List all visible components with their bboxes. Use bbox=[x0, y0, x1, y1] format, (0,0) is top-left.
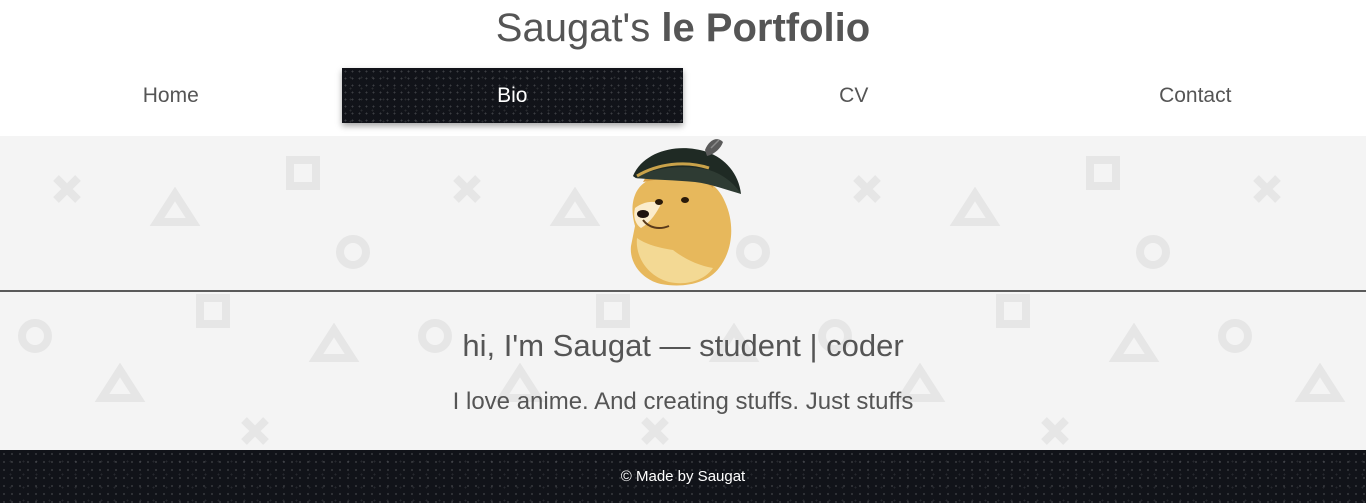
site-title: Saugat's le Portfolio bbox=[0, 6, 1366, 51]
bio-tagline: hi, I'm Saugat — student | coder bbox=[462, 328, 904, 363]
cross-shape bbox=[53, 175, 81, 203]
nav-item-bio[interactable]: Bio bbox=[341, 68, 683, 123]
main-nav: Home Bio CV Contact bbox=[0, 68, 1366, 123]
nav-item-label: CV bbox=[839, 83, 869, 107]
nav-item-cv[interactable]: CV bbox=[683, 68, 1025, 123]
doge-pirate-hat-image bbox=[630, 139, 741, 286]
site-footer: © Made by Saugat bbox=[0, 450, 1366, 503]
bio-subline: I love anime. And creating stuffs. Just … bbox=[452, 388, 914, 415]
site-header: Saugat's le Portfolio Home Bio CV Contac… bbox=[0, 0, 1366, 136]
site-title-bold: le Portfolio bbox=[661, 6, 871, 50]
nav-item-home[interactable]: Home bbox=[0, 68, 342, 123]
nav-item-label: Bio bbox=[497, 83, 528, 107]
square-shape bbox=[286, 156, 320, 190]
site-title-regular: Saugat's bbox=[495, 6, 651, 50]
section-divider bbox=[0, 290, 1366, 292]
footer-credit: © Made by Saugat bbox=[620, 468, 746, 485]
nav-item-label: Contact bbox=[1159, 83, 1232, 107]
hero-section: hi, I'm Saugat — student | coder I love … bbox=[0, 136, 1366, 450]
nav-item-label: Home bbox=[142, 83, 199, 107]
triangle-shape bbox=[149, 186, 201, 226]
nav-item-contact[interactable]: Contact bbox=[1025, 68, 1366, 123]
circle-shape bbox=[336, 235, 370, 269]
